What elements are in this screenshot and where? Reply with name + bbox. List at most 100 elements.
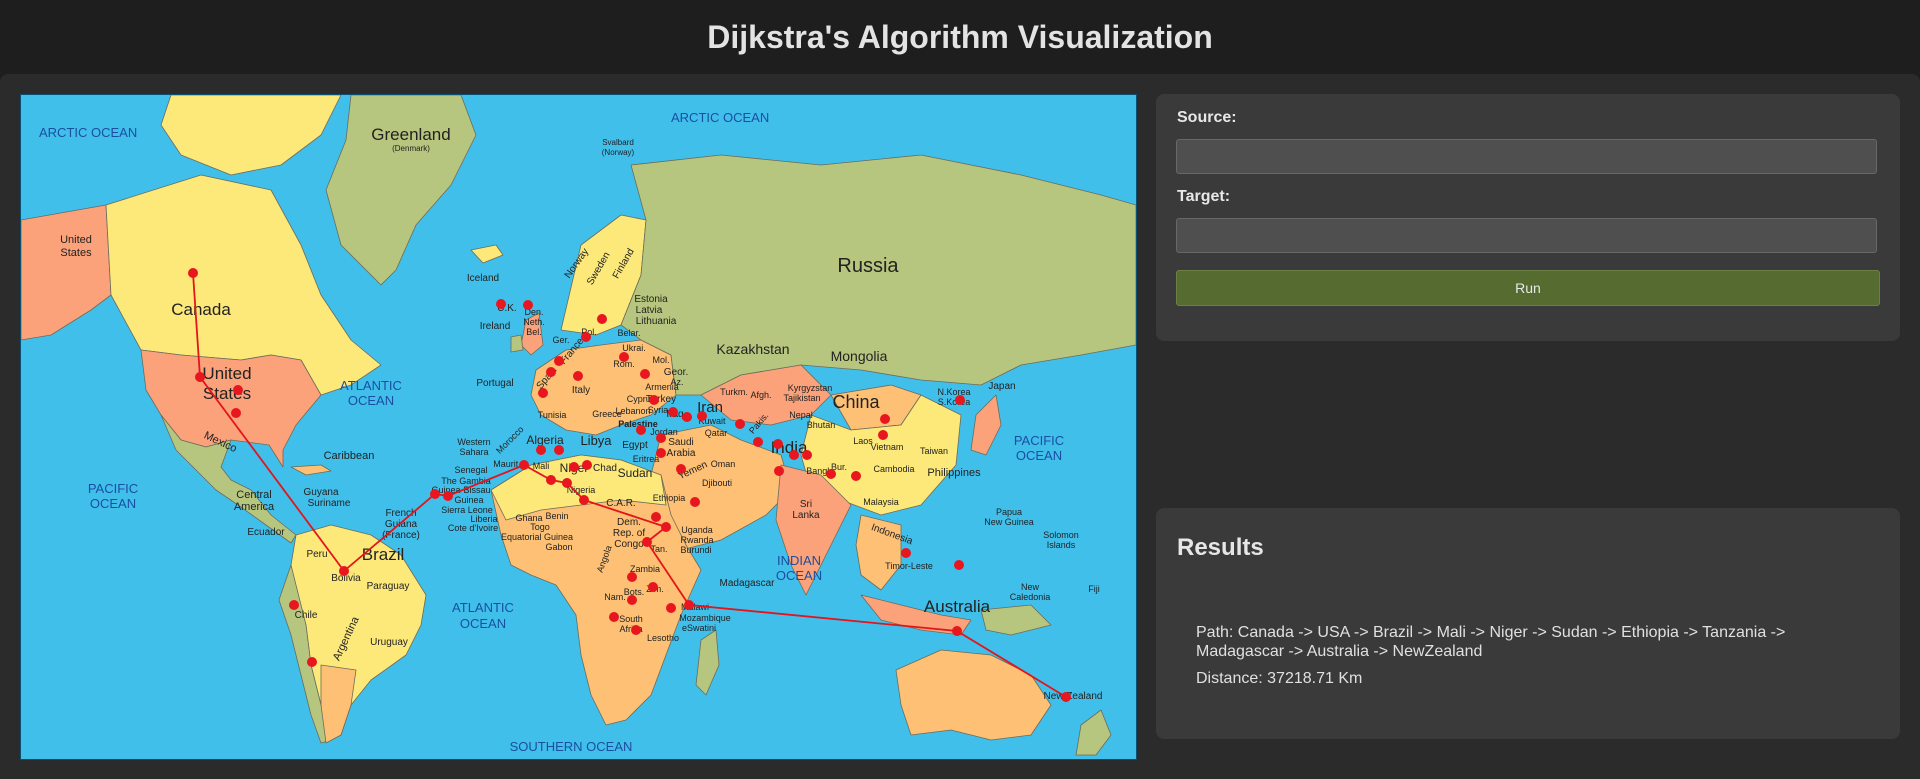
- country-label: Egypt: [622, 440, 648, 451]
- city-node[interactable]: [826, 469, 836, 479]
- country-label: Nepal: [789, 410, 813, 420]
- city-node[interactable]: [579, 495, 589, 505]
- city-node[interactable]: [546, 475, 556, 485]
- city-node[interactable]: [289, 600, 299, 610]
- country-label: Turkm.: [720, 387, 748, 397]
- country-label: Ecuador: [247, 527, 285, 538]
- city-node[interactable]: [636, 425, 646, 435]
- city-node[interactable]: [231, 408, 241, 418]
- city-node[interactable]: [538, 388, 548, 398]
- city-node[interactable]: [546, 367, 556, 377]
- source-input[interactable]: [1176, 139, 1877, 174]
- city-node[interactable]: [430, 489, 440, 499]
- city-node[interactable]: [753, 437, 763, 447]
- ocean-label-atlantic-north-2: OCEAN: [348, 393, 394, 408]
- city-node[interactable]: [609, 612, 619, 622]
- city-node[interactable]: [573, 371, 583, 381]
- city-node[interactable]: [648, 582, 658, 592]
- ocean-label-pacific-east-1: PACIFIC: [1014, 433, 1064, 448]
- country-label: S.Korea: [938, 397, 971, 407]
- city-node[interactable]: [631, 625, 641, 635]
- city-node[interactable]: [188, 268, 198, 278]
- city-node[interactable]: [307, 657, 317, 667]
- ocean-label-pacific-west-2: OCEAN: [90, 496, 136, 511]
- city-node[interactable]: [952, 626, 962, 636]
- country-label: Chad: [593, 463, 617, 474]
- main-area: ARCTIC OCEAN ARCTIC OCEAN ATLANTIC OCEAN…: [0, 74, 1920, 779]
- city-node[interactable]: [582, 460, 592, 470]
- city-node[interactable]: [569, 462, 579, 472]
- city-node[interactable]: [690, 497, 700, 507]
- city-node[interactable]: [627, 595, 637, 605]
- city-node[interactable]: [851, 471, 861, 481]
- country-label: Nam.: [604, 592, 626, 602]
- city-node[interactable]: [496, 299, 506, 309]
- city-node[interactable]: [562, 478, 572, 488]
- city-node[interactable]: [661, 522, 671, 532]
- city-node[interactable]: [878, 430, 888, 440]
- city-node[interactable]: [649, 395, 659, 405]
- city-node[interactable]: [656, 448, 666, 458]
- city-node[interactable]: [554, 356, 564, 366]
- country-label: New Zealand: [1044, 691, 1103, 702]
- country-label: Equatorial Guinea: [501, 532, 573, 542]
- country-label: Guinea: [454, 495, 483, 505]
- target-input[interactable]: [1176, 218, 1877, 253]
- city-node[interactable]: [195, 372, 205, 382]
- city-node[interactable]: [1061, 692, 1071, 702]
- country-label: Neth.: [523, 317, 545, 327]
- city-node[interactable]: [735, 419, 745, 429]
- source-label: Source:: [1177, 109, 1237, 126]
- city-node[interactable]: [668, 407, 678, 417]
- country-label: Mozambique: [679, 613, 731, 623]
- country-label: Saudi: [668, 437, 694, 448]
- country-label: America: [234, 501, 275, 513]
- city-node[interactable]: [682, 412, 692, 422]
- country-label: Libya: [580, 433, 612, 448]
- country-label: Suriname: [308, 498, 351, 509]
- country-label: Italy: [572, 385, 590, 396]
- country-label: United: [202, 364, 251, 383]
- run-button[interactable]: Run: [1176, 270, 1880, 306]
- city-node[interactable]: [880, 414, 890, 424]
- city-node[interactable]: [443, 491, 453, 501]
- country-label: Senegal: [454, 465, 487, 475]
- city-node[interactable]: [581, 332, 591, 342]
- city-node[interactable]: [789, 450, 799, 460]
- city-node[interactable]: [802, 450, 812, 460]
- city-node[interactable]: [339, 566, 349, 576]
- city-node[interactable]: [554, 445, 564, 455]
- country-label: Portugal: [476, 378, 513, 389]
- city-node[interactable]: [697, 411, 707, 421]
- country-label: Brazil: [362, 545, 405, 564]
- world-map-svg[interactable]: ARCTIC OCEAN ARCTIC OCEAN ATLANTIC OCEAN…: [21, 95, 1136, 759]
- country-label: Ger.: [552, 335, 569, 345]
- city-node[interactable]: [774, 466, 784, 476]
- city-node[interactable]: [619, 352, 629, 362]
- city-node[interactable]: [233, 385, 243, 395]
- country-label: Cambodia: [873, 464, 914, 474]
- country-label: Tajikistan: [783, 393, 820, 403]
- ocean-label-pacific-west-1: PACIFIC: [88, 481, 138, 496]
- city-node[interactable]: [955, 395, 965, 405]
- city-node[interactable]: [666, 603, 676, 613]
- city-node[interactable]: [640, 369, 650, 379]
- city-node[interactable]: [656, 433, 666, 443]
- city-node[interactable]: [676, 464, 686, 474]
- city-node[interactable]: [901, 548, 911, 558]
- country-label: States: [60, 247, 92, 259]
- city-node[interactable]: [773, 439, 783, 449]
- city-node[interactable]: [954, 560, 964, 570]
- city-node[interactable]: [536, 445, 546, 455]
- city-node[interactable]: [597, 314, 607, 324]
- city-node[interactable]: [651, 512, 661, 522]
- world-map[interactable]: ARCTIC OCEAN ARCTIC OCEAN ATLANTIC OCEAN…: [20, 94, 1137, 760]
- country-label: Estonia: [634, 294, 668, 305]
- country-label: Rep. of: [613, 528, 645, 539]
- city-node[interactable]: [523, 300, 533, 310]
- city-node[interactable]: [642, 537, 652, 547]
- country-label: Kazakhstan: [716, 341, 789, 357]
- city-node[interactable]: [519, 460, 529, 470]
- city-node[interactable]: [627, 572, 637, 582]
- city-node[interactable]: [684, 600, 694, 610]
